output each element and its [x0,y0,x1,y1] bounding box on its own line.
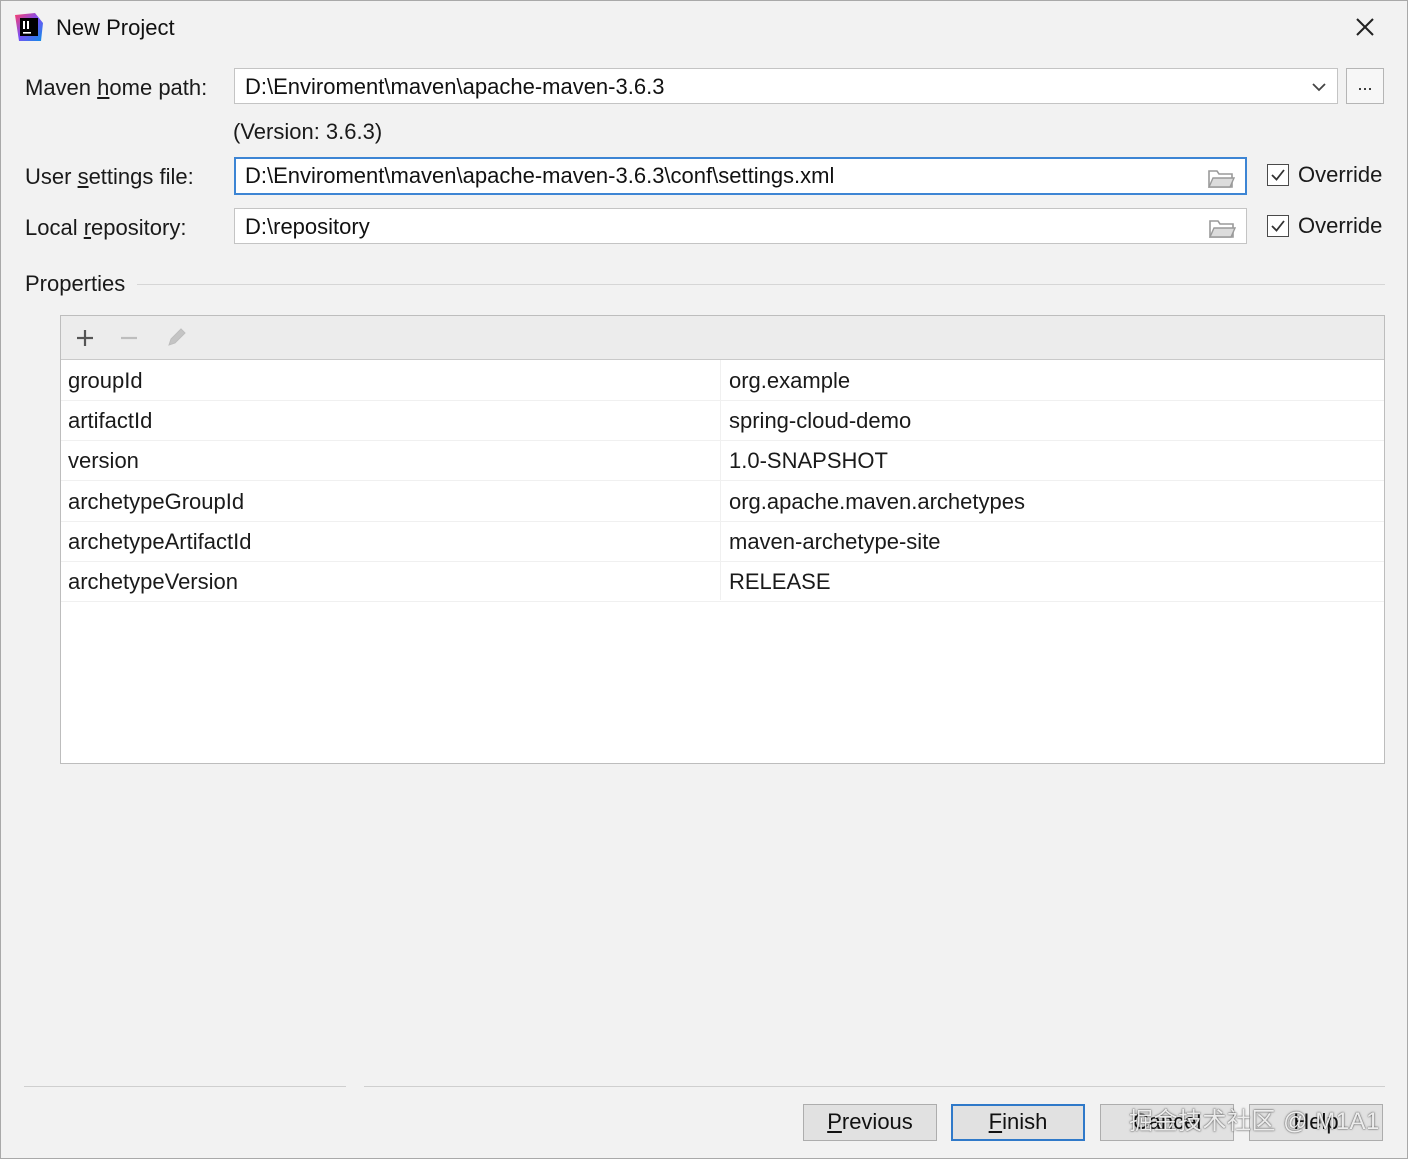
chevron-down-icon[interactable] [1309,77,1329,97]
previous-mnemonic: P [827,1109,842,1134]
folder-icon[interactable] [1208,217,1236,239]
title-bar: New Project [1,1,1407,57]
folder-icon[interactable] [1207,167,1235,189]
property-value: RELEASE [729,569,831,594]
edit-icon[interactable] [162,324,190,352]
property-key: archetypeVersion [68,569,238,594]
finish-button[interactable]: Finish [951,1104,1085,1141]
local-repo-label-pre: Local [25,215,84,240]
window-title: New Project [56,15,175,40]
check-icon [1271,169,1285,181]
user-settings-label: User settings file: [25,164,194,190]
local-repo-input[interactable]: D:\repository [234,208,1247,244]
user-settings-label-post: ettings file: [88,164,194,189]
local-repo-label: Local repository: [25,215,186,241]
user-settings-label-pre: User [25,164,78,189]
override-label: Override [1298,162,1383,187]
override-label: Override [1298,213,1383,238]
help-button[interactable]: Help [1249,1104,1383,1141]
property-value: maven-archetype-site [729,529,941,554]
properties-table: groupId org.example artifactId spring-cl… [60,315,1385,764]
footer-divider-right [364,1086,1385,1087]
checkbox-box[interactable] [1267,164,1289,186]
table-row[interactable]: archetypeArtifactId maven-archetype-site [61,521,1384,562]
properties-toolbar [61,316,1384,360]
footer-divider-left [24,1086,346,1087]
finish-mnemonic: F [988,1109,1003,1134]
maven-home-value: D:\Enviroment\maven\apache-maven-3.6.3 [245,74,665,99]
new-project-dialog: New Project Maven home path: D:\Envirome… [0,0,1408,1159]
property-key: version [68,448,139,473]
table-row[interactable]: archetypeGroupId org.apache.maven.archet… [61,481,1384,522]
property-value: org.example [729,368,851,393]
close-icon[interactable] [1347,9,1383,45]
remove-icon[interactable] [115,324,143,352]
user-settings-value: D:\Enviroment\maven\apache-maven-3.6.3\c… [245,163,835,188]
user-settings-input[interactable]: D:\Enviroment\maven\apache-maven-3.6.3\c… [234,157,1247,195]
check-icon [1271,220,1285,232]
maven-home-label-pre: Maven [25,75,98,100]
finish-label: inish [1002,1109,1048,1134]
property-key: artifactId [68,408,153,433]
cancel-button[interactable]: Cancel [1100,1104,1234,1141]
maven-home-combobox[interactable]: D:\Enviroment\maven\apache-maven-3.6.3 [234,68,1338,104]
maven-home-label: Maven home path: [25,75,207,101]
property-value: org.apache.maven.archetypes [729,489,1025,514]
table-row[interactable]: groupId org.example [61,360,1384,401]
property-value: 1.0-SNAPSHOT [729,448,888,473]
table-row[interactable]: version 1.0-SNAPSHOT [61,440,1384,481]
user-settings-label-mnemonic: s [77,164,89,189]
properties-title: Properties [25,271,126,296]
table-row[interactable]: archetypeVersion RELEASE [61,561,1384,602]
maven-home-label-mnemonic: h [97,75,110,100]
browse-button[interactable]: ... [1346,68,1384,104]
add-icon[interactable] [71,324,99,352]
checkbox-box[interactable] [1267,215,1289,237]
maven-home-label-post: ome path: [109,75,208,100]
local-repo-label-post: epository: [91,215,187,240]
table-row[interactable]: artifactId spring-cloud-demo [61,400,1384,441]
properties-divider [137,284,1385,285]
property-key: archetypeGroupId [68,489,245,514]
maven-version-text: (Version: 3.6.3) [233,119,383,144]
previous-label: revious [841,1109,913,1134]
property-value: spring-cloud-demo [729,408,912,433]
property-key: archetypeArtifactId [68,529,252,554]
local-repo-value: D:\repository [245,214,370,239]
previous-button[interactable]: Previous [803,1104,937,1141]
property-key: groupId [68,368,143,393]
intellij-idea-icon [15,13,43,41]
local-repo-label-mnemonic: r [83,215,92,240]
